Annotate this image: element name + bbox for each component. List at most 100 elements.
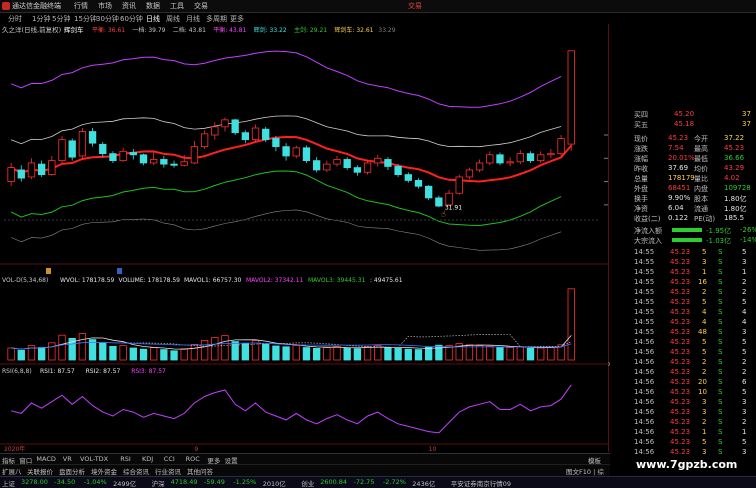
- candle[interactable]: [282, 146, 290, 157]
- candle[interactable]: [48, 160, 56, 176]
- volume-bar[interactable]: [180, 348, 188, 361]
- candle[interactable]: [17, 169, 25, 179]
- candle[interactable]: [526, 153, 535, 162]
- volume-bar[interactable]: [119, 345, 127, 361]
- candle[interactable]: [292, 147, 300, 157]
- period-tab[interactable]: 周线: [166, 14, 180, 24]
- period-tab[interactable]: 更多: [230, 14, 244, 24]
- candle[interactable]: [343, 159, 351, 169]
- period-tab[interactable]: 1分钟: [32, 14, 50, 24]
- menu-item-quote[interactable]: 行情: [74, 1, 88, 11]
- candle[interactable]: [506, 161, 514, 164]
- volume-bar[interactable]: [394, 347, 402, 361]
- candle[interactable]: [567, 50, 575, 145]
- volume-bar[interactable]: [58, 334, 66, 361]
- indicator-tab[interactable]: ROC: [186, 455, 200, 463]
- volume-bar[interactable]: [516, 346, 524, 361]
- candle[interactable]: [170, 163, 178, 166]
- volume-bar[interactable]: [567, 288, 575, 361]
- volume-bar[interactable]: [363, 346, 372, 361]
- volume-bar[interactable]: [78, 333, 87, 361]
- candle[interactable]: [537, 154, 545, 162]
- candle[interactable]: [68, 140, 76, 158]
- f10-tab[interactable]: 图文F10 | 综: [566, 466, 604, 476]
- candle[interactable]: [302, 147, 311, 162]
- period-tab[interactable]: 5分钟: [52, 14, 70, 24]
- volume-bar[interactable]: [404, 348, 412, 361]
- menu-item-data[interactable]: 数据: [146, 1, 160, 11]
- info-tab[interactable]: 其他问答: [187, 466, 213, 476]
- candle[interactable]: [547, 153, 555, 156]
- event-marker-icon[interactable]: [46, 268, 51, 274]
- candle[interactable]: [109, 153, 117, 162]
- volume-bar[interactable]: [414, 349, 423, 361]
- candle[interactable]: [455, 176, 463, 194]
- period-tab[interactable]: 多周期: [206, 14, 227, 24]
- candle[interactable]: [251, 127, 260, 141]
- info-tab[interactable]: 综合资讯: [123, 466, 149, 476]
- candle[interactable]: [231, 119, 239, 134]
- volume-bar[interactable]: [526, 347, 535, 361]
- volume-bar[interactable]: [190, 343, 199, 361]
- volume-bar[interactable]: [282, 346, 290, 361]
- candle[interactable]: [414, 180, 423, 187]
- volume-bar[interactable]: [221, 335, 229, 361]
- candle[interactable]: [557, 138, 565, 155]
- candle[interactable]: [37, 163, 46, 175]
- period-tab[interactable]: 15分钟: [74, 14, 97, 24]
- candle[interactable]: [516, 153, 524, 163]
- volume-bar[interactable]: [506, 347, 514, 361]
- period-tab[interactable]: 月线: [186, 14, 200, 24]
- indicator-tab[interactable]: CCI: [164, 455, 175, 463]
- trade-link[interactable]: 交易: [408, 1, 422, 11]
- candle[interactable]: [180, 161, 188, 166]
- candle[interactable]: [211, 126, 219, 136]
- candle[interactable]: [374, 157, 382, 164]
- indicator-tab[interactable]: VOL-TDX: [80, 455, 108, 463]
- indicator-tab[interactable]: VR: [63, 455, 72, 463]
- candle[interactable]: [475, 162, 484, 171]
- candle[interactable]: [119, 150, 127, 162]
- candle[interactable]: [363, 162, 372, 173]
- volume-bar[interactable]: [170, 350, 178, 361]
- volume-bar[interactable]: [99, 342, 107, 361]
- candle[interactable]: [58, 139, 66, 162]
- volume-bar[interactable]: [150, 347, 158, 361]
- candle[interactable]: [394, 166, 402, 175]
- candle[interactable]: [465, 169, 474, 178]
- candle[interactable]: [99, 143, 107, 155]
- volume-bar[interactable]: [129, 347, 137, 361]
- candle[interactable]: [272, 138, 280, 148]
- volume-bar[interactable]: [384, 347, 392, 361]
- candle[interactable]: [323, 163, 331, 171]
- candle[interactable]: [425, 185, 433, 199]
- menu-item-market[interactable]: 市场: [98, 1, 112, 11]
- period-tab[interactable]: 分时: [8, 14, 22, 24]
- volume-bar[interactable]: [211, 337, 219, 361]
- menu-item-tools[interactable]: 工具: [170, 1, 184, 11]
- indicator-tab[interactable]: MACD: [36, 455, 55, 463]
- candle[interactable]: [312, 160, 321, 171]
- menu-item-news[interactable]: 资讯: [122, 1, 136, 11]
- candle[interactable]: [88, 131, 97, 144]
- indicator-tab[interactable]: RSI: [120, 455, 131, 463]
- candle[interactable]: [353, 167, 362, 173]
- event-marker-icon[interactable]: [117, 268, 122, 274]
- candle[interactable]: [78, 131, 87, 157]
- candle[interactable]: [200, 133, 209, 148]
- volume-bar[interactable]: [374, 345, 382, 361]
- candle[interactable]: [221, 119, 229, 128]
- candle[interactable]: [160, 159, 168, 165]
- chart-area[interactable]: 久之洋(日线,前复权) 辉剑车 平衡: 36.61 一档: 39.79 二档: 43.8…: [0, 24, 610, 452]
- volume-bar[interactable]: [272, 345, 280, 361]
- volume-bar[interactable]: [312, 347, 321, 361]
- info-tab[interactable]: 盘面分析: [59, 466, 85, 476]
- candle[interactable]: [139, 154, 148, 164]
- info-tab[interactable]: 行业资讯: [155, 466, 181, 476]
- indicator-tab[interactable]: KDJ: [142, 455, 153, 463]
- volume-bar[interactable]: [48, 342, 56, 361]
- period-tab[interactable]: 30分钟: [96, 14, 119, 24]
- candle[interactable]: [7, 167, 15, 182]
- volume-bar[interactable]: [353, 348, 362, 361]
- candle[interactable]: [129, 152, 137, 156]
